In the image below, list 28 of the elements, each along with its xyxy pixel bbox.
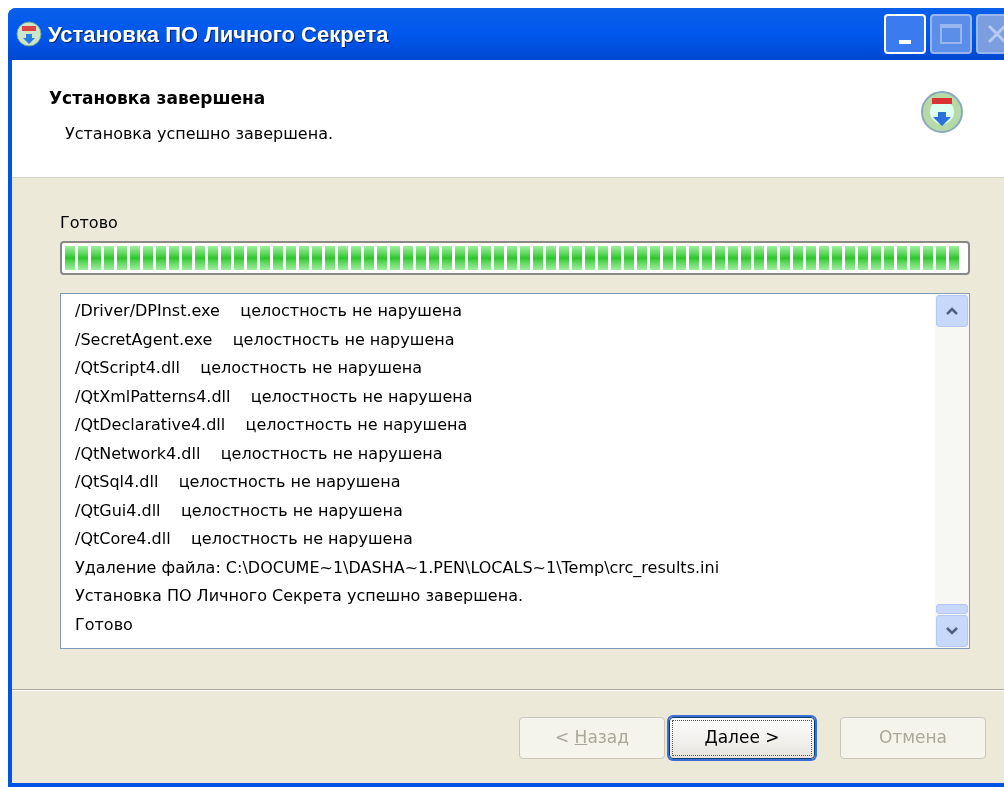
log-line: /QtNetwork4.dll целостность не нарушена [75, 442, 443, 465]
log-line: /QtDeclarative4.dll целостность не нарушена [75, 414, 468, 436]
disc-icon [920, 90, 964, 134]
log-line: /QtScript4.dll целостность не нарушена [75, 357, 423, 379]
progress-label: Готово [60, 212, 119, 234]
log-line: /SecretAgent.exe целостность не нарушена [75, 328, 455, 351]
maximize-button[interactable] [930, 14, 972, 54]
close-icon [986, 23, 1004, 45]
scroll-up-button[interactable] [936, 295, 968, 327]
chevron-up-icon [946, 307, 958, 315]
log-line: Готово [75, 613, 133, 636]
page-subtitle: Установка успешно завершена. [64, 122, 334, 145]
scroll-down-button[interactable] [936, 615, 968, 647]
log-line: /QtGui4.dll целостность не нарушена [75, 499, 403, 522]
log-line: /Driver/DPInst.exe целостность не нарушена [75, 300, 463, 322]
scrollbar[interactable] [935, 294, 969, 648]
page-title: Установка завершена [49, 87, 267, 110]
minimize-button[interactable] [884, 14, 926, 54]
log-line: /QtCore4.dll целостность не нарушена [75, 528, 413, 550]
disc-icon [16, 21, 42, 47]
log-line: Установка ПО Личного Секрета успешно завершена. [75, 585, 524, 607]
chevron-down-icon [946, 627, 958, 635]
next-button[interactable]: Далее > [669, 717, 815, 759]
log-line: /QtXmlPatterns4.dll целостность не нарушена [75, 385, 473, 408]
scroll-thumb[interactable] [936, 604, 968, 614]
log-line: Удаление файла: C:\DOCUME~1\DASHA~1.PEN\LOCALS~1\Temp\crc_results.ini [75, 556, 720, 579]
log-line: /QtSql4.dll целостность не нарушена [75, 471, 401, 493]
window-title: Установка ПО Личного Секрета [48, 20, 390, 49]
